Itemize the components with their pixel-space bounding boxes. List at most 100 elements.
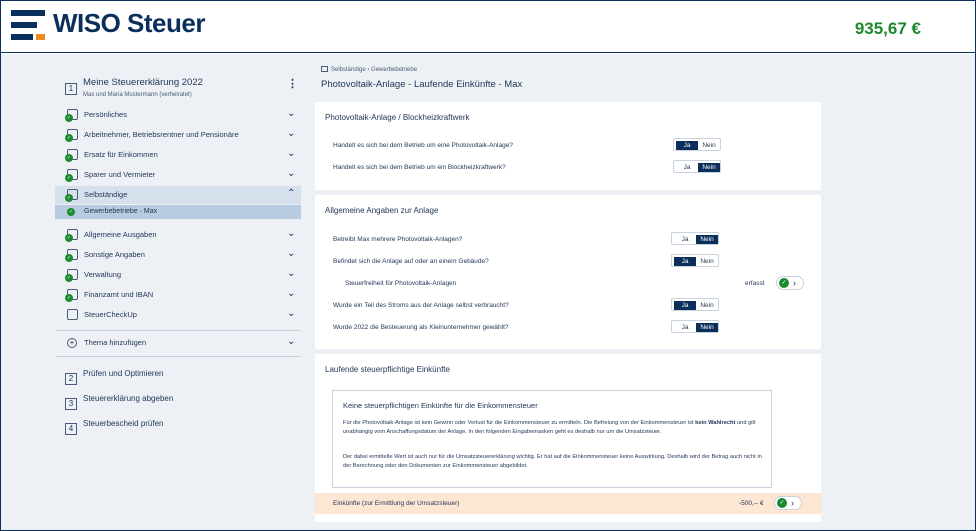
info-heading: Keine steuerpflichtigen Einkünfte für di… [343, 401, 538, 410]
breadcrumb-text: Selbständige › Gewerbebetriebe [331, 67, 418, 73]
step-number: 2 [65, 373, 77, 385]
step-number: 4 [65, 423, 77, 435]
no-option[interactable]: Nein [698, 163, 720, 172]
sidebar-item-label: Sonstige Angaben [84, 250, 145, 259]
sidebar-item-label: Finanzamt und IBAN [84, 290, 154, 299]
hand-money-icon: ✓ [65, 149, 78, 162]
chevron-down-icon: ⌄ [287, 336, 296, 347]
yes-option[interactable]: Ja [674, 323, 696, 332]
chevron-down-icon: ⌄ [287, 288, 296, 299]
person-icon: ✓ [65, 109, 78, 122]
no-option[interactable]: Nein [696, 257, 718, 266]
step-2[interactable]: 2 Prüfen und Optimieren [65, 368, 164, 386]
wiso-logo-icon [11, 10, 47, 40]
chevron-down-icon: ⌄ [287, 248, 296, 259]
info-box: Keine steuerpflichtigen Einkünfte für di… [332, 390, 772, 488]
sidebar-item-arbeitnehmer[interactable]: ✓ Arbeitnehmer, Betriebsrentner und Pens… [55, 126, 301, 144]
sidebar-item-label: Arbeitnehmer, Betriebsrentner und Pensio… [84, 130, 239, 139]
top-bar: WISO Steuer 935,67 € [1, 1, 975, 53]
check-circle-icon: ✓ [777, 498, 787, 508]
yes-option[interactable]: Ja [674, 235, 696, 244]
check-icon: ✓ [67, 208, 75, 216]
no-option[interactable]: Nein [696, 323, 718, 332]
yes-option[interactable]: Ja [674, 301, 696, 310]
sidebar-item-finanzamt[interactable]: ✓ Finanzamt und IBAN ⌄ [55, 286, 301, 304]
question-text: Betreibt Max mehrere Photovoltaik-Anlage… [333, 236, 463, 243]
sidebar-subitem-label: Gewerbebetriebe · Max [84, 208, 158, 215]
steuerfreiheit-open-button[interactable]: ✓ › [776, 276, 804, 290]
breadcrumb[interactable]: Selbständige › Gewerbebetriebe [321, 66, 417, 73]
step-4[interactable]: 4 Steuerbescheid prüfen [65, 418, 164, 436]
no-option[interactable]: Nein [698, 141, 720, 150]
check-circle-icon: ✓ [779, 278, 789, 288]
card-allgemeine-angaben: Allgemeine Angaben zur Anlage Betreibt M… [315, 195, 821, 349]
add-topic-label: Thema hinzufügen [84, 338, 147, 347]
main-content: Selbständige › Gewerbebetriebe Photovolt… [313, 64, 823, 530]
chevron-down-icon: ⌄ [287, 268, 296, 279]
more-options-icon[interactable]: ⋮ [287, 77, 298, 90]
question-text: Befindet sich die Anlage auf oder an ein… [333, 258, 489, 265]
info-paragraph-1: Für die Photovoltaik-Anlage ist kein Gew… [343, 420, 756, 435]
step-number: 3 [65, 398, 77, 410]
einkuenfte-open-button[interactable]: ✓ › [774, 496, 802, 510]
question-text: Wurde 2022 die Besteuerung als Kleinunte… [333, 324, 509, 331]
shop-icon: ✓ [65, 189, 78, 202]
yes-option[interactable]: Ja [676, 163, 698, 172]
divider [55, 356, 301, 357]
yes-no-toggle[interactable]: Ja Nein [671, 320, 719, 333]
step-3[interactable]: 3 Steuererklärung abgeben [65, 393, 173, 411]
yes-option[interactable]: Ja [674, 257, 696, 266]
sidebar-item-persoenliches[interactable]: ✓ Persönliches ⌄ [55, 106, 301, 124]
sidebar-item-label: Verwaltung [84, 270, 122, 279]
status-erfasst: erfasst [745, 280, 765, 287]
sidebar-subitem-gewerbebetriebe[interactable]: ✓ Gewerbebetriebe · Max [55, 205, 301, 219]
bank-icon: ✓ [65, 289, 78, 302]
chevron-down-icon: ⌄ [287, 128, 296, 139]
add-topic-item[interactable]: + Thema hinzufügen ⌄ [55, 334, 301, 352]
info-paragraph-2: Der dabei ermittelte Wert ist auch nur f… [343, 454, 762, 469]
yes-option[interactable]: Ja [676, 141, 698, 150]
chevron-down-icon: ⌄ [287, 228, 296, 239]
grid-icon: ✓ [65, 269, 78, 282]
document-icon: ✓ [65, 249, 78, 262]
card-title: Photovoltaik-Anlage / Blockheizkraftwerk [325, 113, 470, 122]
yes-no-toggle[interactable]: Ja Nein [673, 160, 721, 173]
sidebar-item-label: Allgemeine Ausgaben [84, 230, 157, 239]
yes-no-toggle[interactable]: Ja Nein [671, 254, 719, 267]
yes-no-toggle[interactable]: Ja Nein [673, 138, 721, 151]
sidebar-item-sonstige-angaben[interactable]: ✓ Sonstige Angaben ⌄ [55, 246, 301, 264]
sidebar-item-steuercheckup[interactable]: SteuerCheckUp ⌄ [55, 306, 301, 324]
plus-circle-icon: + [67, 338, 77, 348]
sidebar-item-label: Selbständige [84, 190, 128, 199]
steuerfreiheit-label: Steuerfreiheit für Photovoltaik-Anlagen [345, 280, 457, 287]
step-label: Steuererklärung abgeben [83, 394, 174, 403]
step-1-title: Meine Steuererklärung 2022 [83, 77, 203, 88]
yes-no-toggle[interactable]: Ja Nein [671, 232, 719, 245]
question-text: Handelt es sich bei dem Betrieb um eine … [333, 142, 513, 149]
sidebar-item-allgemeine-ausgaben[interactable]: ✓ Allgemeine Ausgaben ⌄ [55, 226, 301, 244]
piggy-bank-icon: ✓ [65, 169, 78, 182]
refund-amount[interactable]: 935,67 € [855, 19, 921, 39]
briefcase-icon: ✓ [65, 129, 78, 142]
work-area: 1 Meine Steuererklärung 2022 Max und Mar… [1, 54, 975, 530]
einkuenfte-row: Einkünfte (zur Ermittlung der Umsatzsteu… [315, 493, 821, 514]
step-1-header[interactable]: 1 Meine Steuererklärung 2022 Max und Mar… [65, 77, 203, 98]
magnifier-icon [67, 309, 78, 320]
no-option[interactable]: Nein [696, 301, 718, 310]
yes-no-toggle[interactable]: Ja Nein [671, 298, 719, 311]
chevron-down-icon: ⌄ [287, 308, 296, 319]
sidebar-item-selbstaendige[interactable]: ✓ Selbständige ⌃ [55, 186, 301, 204]
sidebar-item-verwaltung[interactable]: ✓ Verwaltung ⌄ [55, 266, 301, 284]
sidebar-item-ersatz[interactable]: ✓ Ersatz für Einkommen ⌄ [55, 146, 301, 164]
home-icon [321, 66, 328, 72]
step-label: Steuerbescheid prüfen [83, 419, 164, 428]
sidebar-item-label: Ersatz für Einkommen [84, 150, 158, 159]
page-title: Photovoltaik-Anlage - Laufende Einkünfte… [321, 79, 523, 90]
no-option[interactable]: Nein [696, 235, 718, 244]
chevron-down-icon: ⌄ [287, 168, 296, 179]
chevron-down-icon: ⌄ [287, 108, 296, 119]
chevron-down-icon: ⌄ [287, 148, 296, 159]
card-title: Allgemeine Angaben zur Anlage [325, 206, 439, 215]
sidebar-item-sparer[interactable]: ✓ Sparer und Vermieter ⌄ [55, 166, 301, 184]
step-label: Prüfen und Optimieren [83, 369, 164, 378]
